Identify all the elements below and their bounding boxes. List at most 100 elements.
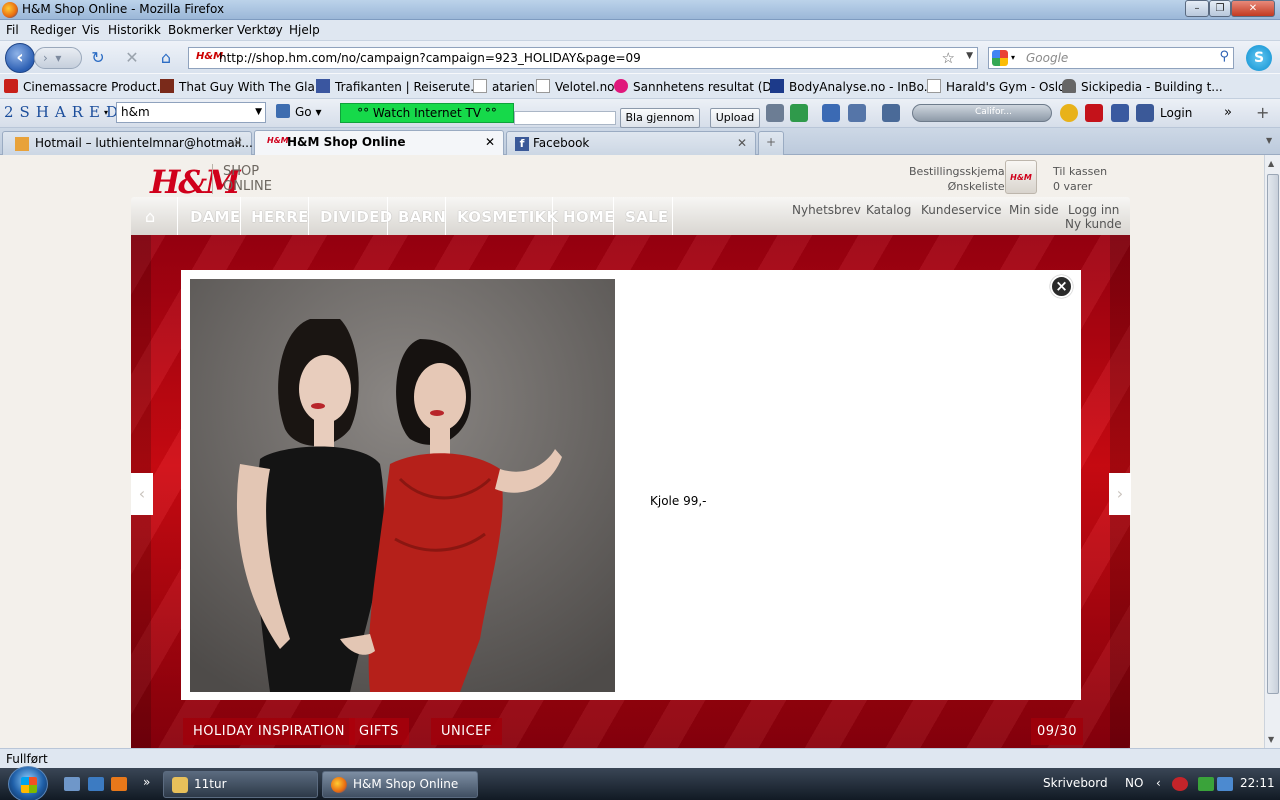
browse-button[interactable]: Bla gjennom ... (620, 108, 700, 142)
upload-button[interactable]: Upload (710, 108, 760, 128)
nav-kosmetikk[interactable]: KOSMETIKK (457, 208, 558, 226)
bookmark-item[interactable]: atarien (473, 79, 535, 94)
start-button[interactable] (8, 766, 48, 800)
scrollbar-thumb[interactable] (1267, 174, 1279, 694)
checkout-link[interactable]: Til kassen (1053, 164, 1107, 179)
menu-edit[interactable]: Rediger (30, 23, 76, 37)
bookmark-item[interactable]: BodyAnalyse.no - InBo... (770, 79, 935, 94)
bookmark-item[interactable]: Sannhetens resultat (D... (614, 79, 783, 94)
toolbar-icon[interactable] (882, 104, 900, 122)
nav-barn[interactable]: BARN (398, 208, 446, 226)
menu-view[interactable]: Vis (82, 23, 100, 37)
bookmark-item[interactable]: Cinemassacre Product... (4, 79, 168, 94)
bookmark-item[interactable]: Harald's Gym - Oslo (927, 79, 1065, 94)
quicklaunch-overflow-icon[interactable]: » (143, 775, 150, 789)
network-icon[interactable] (1217, 777, 1233, 791)
bookmark-star-icon[interactable]: ☆ (942, 49, 955, 67)
menu-help[interactable]: Hjelp (289, 23, 320, 37)
url-bar[interactable]: H&M http://shop.hm.com/no/campaign?campa… (188, 47, 978, 69)
holiday-inspiration-link[interactable]: HOLIDAY INSPIRATION (183, 718, 355, 745)
search-box[interactable]: ▾ Google ⚲ (988, 47, 1234, 69)
close-tab-icon[interactable]: ✕ (233, 136, 243, 150)
scroll-down-icon[interactable]: ▼ (1268, 735, 1274, 744)
toolbar-icon[interactable] (822, 104, 840, 122)
new-customer-link[interactable]: Ny kunde (1065, 217, 1122, 231)
toolbar-icon[interactable] (766, 104, 784, 122)
unicef-link[interactable]: UNICEF (431, 718, 502, 745)
show-desktop-icon[interactable] (64, 777, 80, 791)
nav-herre[interactable]: HERRE (251, 208, 309, 226)
battery-icon[interactable] (1198, 777, 1214, 791)
wishlist-link[interactable]: Ønskeliste (909, 179, 1005, 194)
order-form-link[interactable]: Bestillingsskjema (909, 164, 1005, 179)
catalog-link[interactable]: Katalog (866, 203, 911, 217)
gifts-link[interactable]: GIFTS (349, 718, 409, 745)
bookmark-item[interactable]: Sickipedia - Building t... (1062, 79, 1223, 94)
tray-app-icon[interactable] (1172, 777, 1188, 791)
tab-hotmail[interactable]: Hotmail – luthientelmnar@hotmail.... ✕ (2, 131, 257, 155)
bookmark-item[interactable]: That Guy With The Gla... (160, 79, 326, 94)
facebook-icon[interactable] (1136, 104, 1154, 122)
logo-dropdown-icon[interactable]: ▾ (104, 108, 108, 117)
next-arrow-icon[interactable]: › (1109, 473, 1131, 515)
toolbar-icon[interactable] (790, 104, 808, 122)
menu-file[interactable]: Fil (6, 23, 19, 37)
previous-arrow-icon[interactable]: ‹ (131, 473, 153, 515)
taskbar-item-11tur[interactable]: 11tur (163, 771, 318, 798)
nav-home[interactable]: HOME (563, 208, 615, 226)
minimize-button[interactable]: – (1185, 0, 1209, 17)
vlc-icon[interactable] (111, 777, 127, 791)
toolbar-icon[interactable] (1060, 104, 1078, 122)
toolbar-overflow-icon[interactable]: » (1224, 105, 1232, 120)
menu-bookmarks[interactable]: Bokmerker (168, 23, 233, 37)
nav-divided[interactable]: DIVIDED (320, 208, 392, 226)
toolbar-icon[interactable] (848, 104, 866, 122)
watch-tv-button[interactable]: °° Watch Internet TV °° (340, 103, 514, 123)
music-player[interactable]: Califor... (912, 104, 1052, 122)
desktop-toolbar-label[interactable]: Skrivebord (1043, 776, 1108, 790)
customer-service-link[interactable]: Kundeservice (921, 203, 1001, 217)
tab-facebook[interactable]: f Facebook ✕ (506, 131, 756, 155)
chevron-down-icon[interactable]: ▼ (255, 107, 262, 117)
language-indicator[interactable]: NO (1125, 776, 1143, 790)
tray-expand-icon[interactable]: ‹ (1156, 776, 1161, 790)
bookmark-item[interactable]: Velotel.no (536, 79, 615, 94)
scroll-up-icon[interactable]: ▲ (1268, 159, 1274, 168)
tab-list-icon[interactable]: ▼ (1266, 136, 1272, 145)
youtube-icon[interactable] (1085, 104, 1103, 122)
taskbar-item-firefox[interactable]: H&M Shop Online -... (322, 771, 478, 798)
go-button[interactable]: Go ▾ (276, 104, 321, 119)
menu-tools[interactable]: Verktøy (237, 23, 283, 37)
login-link[interactable]: Logg inn (1068, 203, 1119, 217)
my-page-link[interactable]: Min side (1009, 203, 1059, 217)
google-icon[interactable] (992, 50, 1008, 66)
search-engine-dropdown-icon[interactable]: ▾ (1011, 53, 1015, 62)
url-dropdown-icon[interactable]: ▼ (966, 51, 973, 61)
clock[interactable]: 22:11 (1240, 776, 1275, 790)
skype-icon[interactable]: S (1246, 45, 1272, 71)
home-icon[interactable]: ⌂ (145, 207, 155, 226)
reload-icon[interactable]: ↻ (88, 48, 108, 68)
toolbar-text-field[interactable] (514, 111, 616, 125)
quicklaunch-icon[interactable] (88, 777, 104, 791)
vertical-scrollbar[interactable]: ▲ ▼ (1264, 155, 1280, 748)
nav-dame[interactable]: DAME (190, 208, 240, 226)
close-tab-icon[interactable]: ✕ (485, 135, 495, 149)
forward-button[interactable]: › ▾ (34, 47, 82, 69)
maximize-button[interactable]: ❐ (1209, 0, 1231, 17)
menu-history[interactable]: Historikk (108, 23, 161, 37)
close-window-button[interactable]: ✕ (1231, 0, 1275, 17)
shopping-bag-icon[interactable]: H&M (1005, 160, 1037, 194)
toolbar-search-input[interactable]: h&m ▼ (116, 102, 266, 123)
tab-hm-shop[interactable]: H&M H&M Shop Online ✕ (254, 130, 504, 156)
nav-sale[interactable]: SALE (625, 208, 668, 226)
newsletter-link[interactable]: Nyhetsbrev (792, 203, 861, 217)
bookmark-item[interactable]: Trafikanten | Reiserute... (316, 79, 482, 94)
search-icon[interactable]: ⚲ (1219, 49, 1229, 64)
home-icon[interactable]: ⌂ (156, 48, 176, 68)
add-icon[interactable]: + (1256, 103, 1269, 122)
new-tab-button[interactable]: + (758, 131, 784, 155)
close-modal-button[interactable]: × (1050, 275, 1073, 298)
back-button[interactable]: ‹ (5, 43, 35, 73)
close-tab-icon[interactable]: ✕ (737, 136, 747, 150)
